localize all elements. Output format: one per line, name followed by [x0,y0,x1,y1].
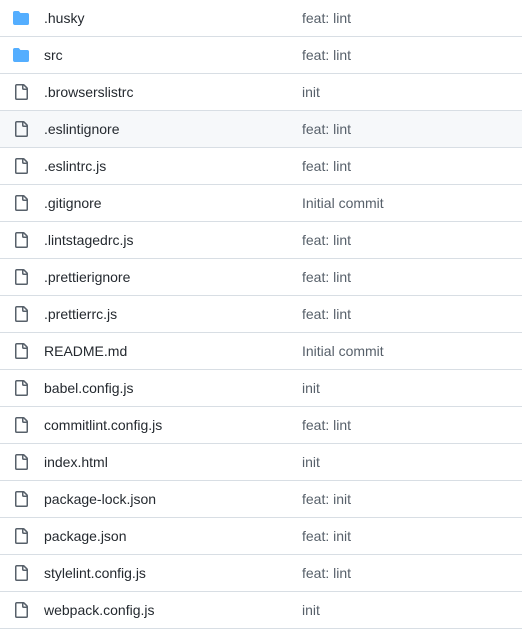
file-row-dot-lintstagedrc-js[interactable]: .lintstagedrc.js feat: lint [0,222,522,259]
file-name-link[interactable]: package-lock.json [44,481,156,517]
file-icon [13,528,29,544]
file-name-link[interactable]: .husky [44,0,84,36]
commit-message-link[interactable]: feat: lint [302,37,351,73]
file-name-link[interactable]: index.html [44,444,108,480]
commit-message-link[interactable]: feat: init [302,481,351,517]
file-name-link[interactable]: README.md [44,333,127,369]
file-row-dot-prettierrc-js[interactable]: .prettierrc.js feat: lint [0,296,522,333]
file-name-link[interactable]: .gitignore [44,185,102,221]
file-row-babel-config-js[interactable]: babel.config.js init [0,370,522,407]
file-icon [13,121,29,137]
file-icon [13,306,29,322]
commit-message-link[interactable]: init [302,592,320,628]
commit-message-link[interactable]: feat: lint [302,148,351,184]
file-icon [13,269,29,285]
file-name-link[interactable]: commitlint.config.js [44,407,162,443]
file-list: .husky feat: lint src feat: lint .browse… [0,0,522,629]
file-name-link[interactable]: src [44,37,63,73]
file-row-index-html[interactable]: index.html init [0,444,522,481]
commit-message-link[interactable]: feat: lint [302,111,351,147]
file-icon [13,195,29,211]
file-row-commitlint-config-js[interactable]: commitlint.config.js feat: lint [0,407,522,444]
commit-message-link[interactable]: feat: lint [302,555,351,591]
file-row-dot-gitignore[interactable]: .gitignore Initial commit [0,185,522,222]
file-name-link[interactable]: .browserslistrc [44,74,133,110]
file-name-link[interactable]: .eslintrc.js [44,148,106,184]
file-row-src[interactable]: src feat: lint [0,37,522,74]
file-name-link[interactable]: package.json [44,518,127,554]
file-icon [13,232,29,248]
file-row-dot-eslintrc-js[interactable]: .eslintrc.js feat: lint [0,148,522,185]
file-row-dot-eslintignore[interactable]: .eslintignore feat: lint [0,111,522,148]
commit-message-link[interactable]: feat: init [302,518,351,554]
file-row-dot-prettierignore[interactable]: .prettierignore feat: lint [0,259,522,296]
file-row-dot-browserslistrc[interactable]: .browserslistrc init [0,74,522,111]
folder-icon [13,10,29,26]
file-icon [13,565,29,581]
folder-icon [13,47,29,63]
file-icon [13,602,29,618]
file-name-link[interactable]: .prettierignore [44,259,130,295]
file-row-package-lock-json[interactable]: package-lock.json feat: init [0,481,522,518]
file-icon [13,343,29,359]
file-name-link[interactable]: .lintstagedrc.js [44,222,133,258]
file-icon [13,84,29,100]
commit-message-link[interactable]: feat: lint [302,296,351,332]
file-name-link[interactable]: .prettierrc.js [44,296,117,332]
commit-message-link[interactable]: Initial commit [302,185,384,221]
commit-message-link[interactable]: feat: lint [302,222,351,258]
file-icon [13,454,29,470]
file-name-link[interactable]: babel.config.js [44,370,134,406]
file-row-package-json[interactable]: package.json feat: init [0,518,522,555]
file-row-readme-md[interactable]: README.md Initial commit [0,333,522,370]
commit-message-link[interactable]: feat: lint [302,0,351,36]
file-icon [13,491,29,507]
file-name-link[interactable]: webpack.config.js [44,592,155,628]
commit-message-link[interactable]: init [302,370,320,406]
file-row-dot-husky[interactable]: .husky feat: lint [0,0,522,37]
file-name-link[interactable]: .eslintignore [44,111,120,147]
file-icon [13,417,29,433]
file-row-stylelint-config-js[interactable]: stylelint.config.js feat: lint [0,555,522,592]
file-icon [13,380,29,396]
commit-message-link[interactable]: feat: lint [302,407,351,443]
commit-message-link[interactable]: feat: lint [302,259,351,295]
commit-message-link[interactable]: init [302,444,320,480]
commit-message-link[interactable]: init [302,74,320,110]
commit-message-link[interactable]: Initial commit [302,333,384,369]
file-name-link[interactable]: stylelint.config.js [44,555,146,591]
file-row-webpack-config-js[interactable]: webpack.config.js init [0,592,522,629]
file-icon [13,158,29,174]
